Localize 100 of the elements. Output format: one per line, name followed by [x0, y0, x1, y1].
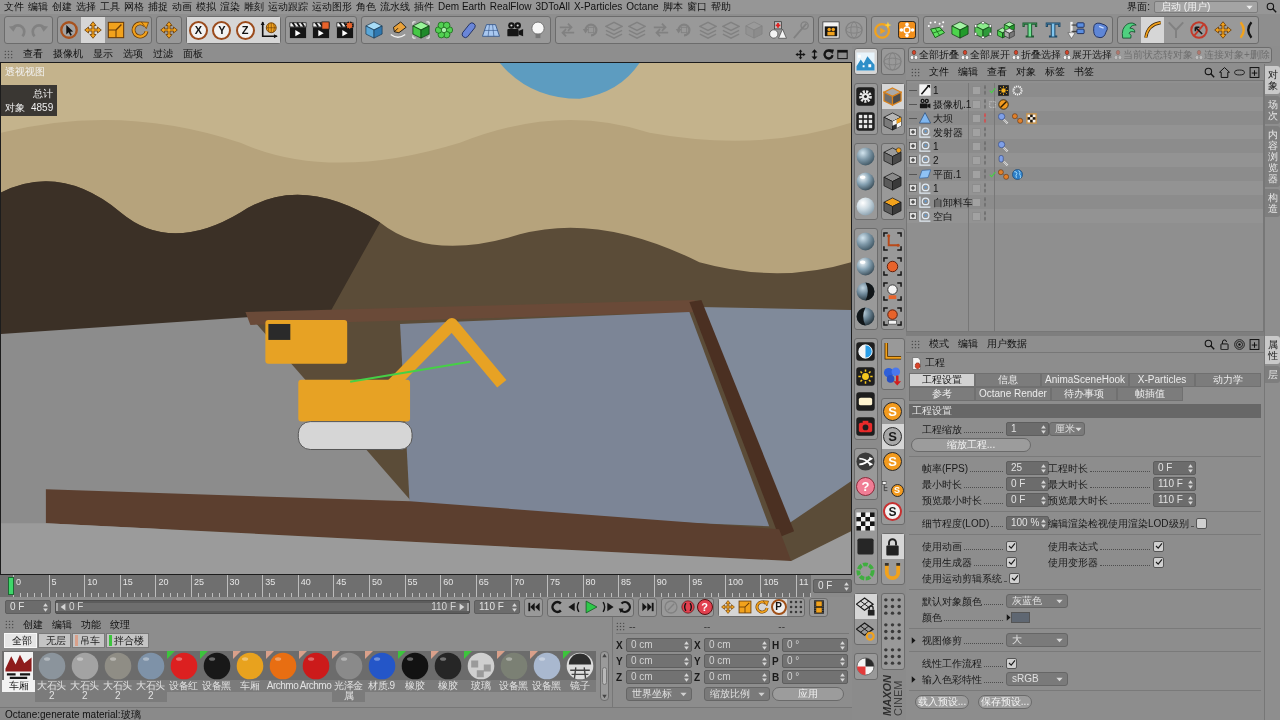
range-slider[interactable]: 0 F 110 F [55, 600, 470, 614]
material-tile[interactable]: 大石头2 [101, 651, 134, 702]
tab[interactable]: AnimaSceneHook [1041, 373, 1130, 387]
layer-tab[interactable]: 拌合楼 [106, 633, 149, 648]
chessboard-tag-icon[interactable] [1026, 112, 1037, 124]
checkbox[interactable] [1195, 517, 1207, 529]
number-field[interactable]: 110 F [1153, 493, 1196, 507]
scrollbar[interactable] [600, 651, 609, 701]
dropdown[interactable]: 大 [1006, 633, 1068, 647]
menu-item[interactable]: 窗口 [686, 1, 707, 13]
menu-item[interactable]: 面板 [183, 48, 203, 60]
menu-item[interactable]: 过滤 [153, 48, 173, 60]
landscape-button[interactable] [853, 48, 878, 75]
layer-tab[interactable]: 全部 [4, 633, 37, 648]
menu-item[interactable]: 书签 [1074, 66, 1094, 78]
grid-rotate-button[interactable] [854, 619, 877, 644]
frame-field[interactable]: 0 F [813, 579, 852, 593]
target-dot-button[interactable] [881, 254, 904, 279]
menu-item[interactable]: Dem Earth [438, 1, 486, 13]
repeat-button[interactable] [616, 598, 633, 616]
axis-button[interactable]: Z [233, 17, 257, 43]
dot-grid-button[interactable] [787, 598, 804, 616]
coordinate-field[interactable]: 0 cm [626, 670, 692, 684]
axis-button[interactable]: X [186, 17, 211, 43]
lock-button[interactable] [881, 534, 904, 559]
object-row[interactable]: 空白 [907, 209, 1263, 223]
move-arrows-icon[interactable] [795, 48, 806, 60]
grid-button[interactable] [854, 109, 877, 134]
material-tile[interactable]: 设备黑 [497, 651, 530, 692]
menu-item[interactable]: 角色 [356, 1, 376, 13]
sun-tag-icon[interactable] [998, 84, 1009, 96]
light-panel-button[interactable] [854, 389, 877, 414]
checkbox[interactable] [1006, 657, 1017, 669]
scale-button[interactable] [736, 598, 753, 616]
material-tile[interactable]: 橡胶 [431, 651, 464, 692]
curve-button[interactable] [1140, 17, 1165, 43]
material-tile[interactable]: 材质.9 [365, 651, 398, 692]
menu-item[interactable]: 选项 [123, 48, 143, 60]
tab[interactable]: 工程设置 [909, 373, 975, 387]
grid-lock-button[interactable] [854, 594, 877, 619]
lettered-ring-button[interactable]: P [770, 598, 787, 616]
number-field[interactable]: 0 F [1006, 493, 1049, 507]
camera-button[interactable] [854, 414, 877, 439]
skip-end-button[interactable] [638, 597, 657, 617]
tab[interactable]: 信息 [975, 373, 1041, 387]
material-tile[interactable]: 车厢 [233, 651, 266, 692]
settings-button[interactable] [854, 84, 877, 109]
menu-item[interactable]: 功能 [81, 618, 101, 631]
object-row[interactable]: 2 [907, 153, 1263, 167]
menu-item[interactable]: 显示 [93, 48, 113, 60]
cube-button[interactable] [881, 194, 904, 219]
menu-item[interactable]: 流水线 [380, 1, 410, 13]
checkbox[interactable] [1006, 556, 1017, 568]
menu-item[interactable]: 运动跟踪 [268, 1, 308, 13]
material-tile[interactable]: 玻璃 [464, 651, 497, 692]
material-tile[interactable]: 大石头2 [134, 651, 167, 702]
rotate-icon[interactable] [823, 48, 834, 60]
move-arrows-button[interactable] [81, 17, 105, 43]
dropdown[interactable]: 灰蓝色 [1006, 594, 1068, 608]
material-tile[interactable]: 镜子 [563, 651, 596, 692]
sphere-chain-icon[interactable] [998, 112, 1009, 124]
cube-button[interactable] [881, 84, 904, 109]
hierarchy-button[interactable]: 全部折叠 [909, 48, 960, 62]
scrollbar-thumb[interactable] [602, 667, 607, 685]
no-sign-icon[interactable] [998, 98, 1009, 110]
globe-icon[interactable] [1012, 168, 1023, 180]
cube-dot-button[interactable] [881, 144, 904, 169]
corner-path-button[interactable] [881, 229, 904, 254]
tab[interactable]: 动力学 [1195, 373, 1262, 387]
object-row[interactable]: 1 [907, 181, 1263, 195]
material-tile[interactable]: 大石头2 [35, 651, 68, 702]
move-arrows-button[interactable] [156, 16, 182, 44]
menu-item[interactable]: 渲染 [220, 1, 240, 13]
coordinate-dropdown[interactable]: 缩放比例 [704, 687, 770, 701]
menu-item[interactable]: 编辑 [958, 66, 978, 78]
home-icon[interactable] [1219, 66, 1230, 78]
search-icon[interactable] [1266, 1, 1277, 13]
record-button[interactable] [679, 598, 696, 616]
oval-icon[interactable] [1234, 66, 1245, 78]
move-arrows-button[interactable] [719, 598, 736, 616]
side-tab[interactable]: 场次 [1265, 96, 1280, 124]
menu-item[interactable]: 捕捉 [148, 1, 168, 13]
layer-tab[interactable]: 吊车 [72, 633, 105, 648]
menu-item[interactable]: 文件 [929, 66, 949, 78]
lock-icon[interactable] [1219, 338, 1230, 350]
target-icon[interactable] [1234, 338, 1245, 350]
menu-item[interactable]: 编辑 [52, 618, 72, 631]
loop-arc-button[interactable] [548, 598, 565, 616]
number-field[interactable]: 110 F [1153, 477, 1196, 491]
menu-item[interactable]: 摄像机 [53, 48, 83, 60]
number-field[interactable]: 25 [1006, 461, 1049, 475]
axis-button[interactable]: Y [210, 17, 234, 43]
material-tile[interactable]: 光泽金属 [332, 651, 365, 702]
material-tile[interactable]: 设备红 [167, 651, 200, 692]
tab[interactable]: X-Particles [1129, 373, 1196, 387]
menu-item[interactable]: 动画 [172, 1, 192, 13]
chessboard-button[interactable] [854, 509, 877, 534]
menu-item[interactable]: X-Particles [573, 1, 623, 13]
viewport[interactable]: 透视视图 总计 对象 4859 [0, 62, 852, 575]
number-field[interactable]: 1 [1006, 422, 1049, 436]
